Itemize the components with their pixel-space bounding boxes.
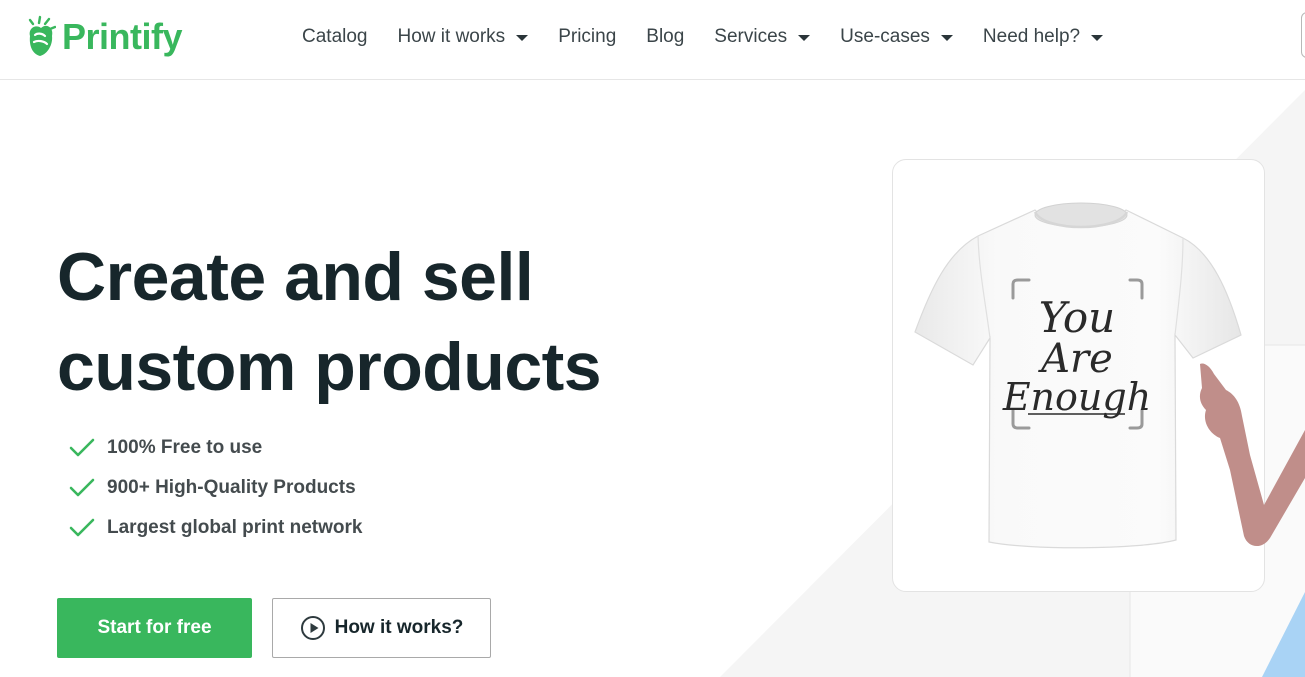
printify-logo-icon [28, 15, 56, 56]
nav-item-label: Services [714, 26, 788, 47]
caret-down-icon [940, 35, 953, 41]
main-nav: Catalog How it works Pricing Blog Servic… [302, 22, 1133, 52]
hero-title-line-2: custom products [57, 329, 602, 405]
design-text-enough: Enough [1002, 375, 1151, 419]
how-it-works-label: How it works? [334, 617, 464, 638]
check-icon [69, 438, 95, 457]
nav-item-how-it-works[interactable]: How it works [398, 26, 529, 48]
header-cut-off-button[interactable] [1301, 12, 1305, 58]
design-text-you: You [1039, 293, 1115, 342]
feature-list: 100% Free to use 900+ High-Quality Produ… [69, 428, 362, 548]
nav-item-label: Blog [646, 26, 685, 47]
nav-item-blog[interactable]: Blog [646, 26, 684, 48]
caret-down-icon [516, 35, 529, 41]
nav-item-label: Use-cases [840, 26, 930, 47]
nav-item-label: How it works [397, 26, 506, 47]
feature-text: 100% Free to use [107, 437, 263, 458]
feature-text: 900+ High-Quality Products [107, 477, 356, 498]
check-icon [69, 518, 95, 537]
play-circle-icon [300, 616, 325, 640]
start-for-free-label: Start for free [97, 617, 212, 638]
nav-item-label: Catalog [302, 26, 368, 47]
how-it-works-button[interactable]: How it works? [272, 598, 491, 658]
start-for-free-button[interactable]: Start for free [57, 598, 252, 658]
nav-item-need-help[interactable]: Need help? [982, 26, 1104, 48]
feature-item: 900+ High-Quality Products [69, 468, 362, 508]
brand-logo[interactable]: Printify [26, 12, 183, 62]
hero-title: Create and sell custom products [57, 232, 697, 412]
nav-item-label: Need help? [982, 26, 1081, 47]
check-icon [69, 478, 95, 497]
caret-down-icon [798, 35, 811, 41]
feature-item: Largest global print network [69, 508, 362, 548]
nav-item-catalog[interactable]: Catalog [302, 26, 368, 48]
site-header: Printify Catalog How it works Pricing Bl… [0, 0, 1305, 80]
nav-item-services[interactable]: Services [714, 26, 811, 48]
caret-down-icon [1091, 35, 1104, 41]
feature-text: Largest global print network [107, 517, 363, 538]
hero-title-line-1: Create and sell [57, 239, 534, 315]
brand-name: Printify [62, 16, 183, 57]
pointing-hand-illustration [1199, 363, 1305, 547]
nav-item-label: Pricing [558, 26, 617, 47]
nav-item-use-cases[interactable]: Use-cases [840, 26, 953, 48]
nav-item-pricing[interactable]: Pricing [558, 26, 616, 48]
feature-item: 100% Free to use [69, 428, 362, 468]
